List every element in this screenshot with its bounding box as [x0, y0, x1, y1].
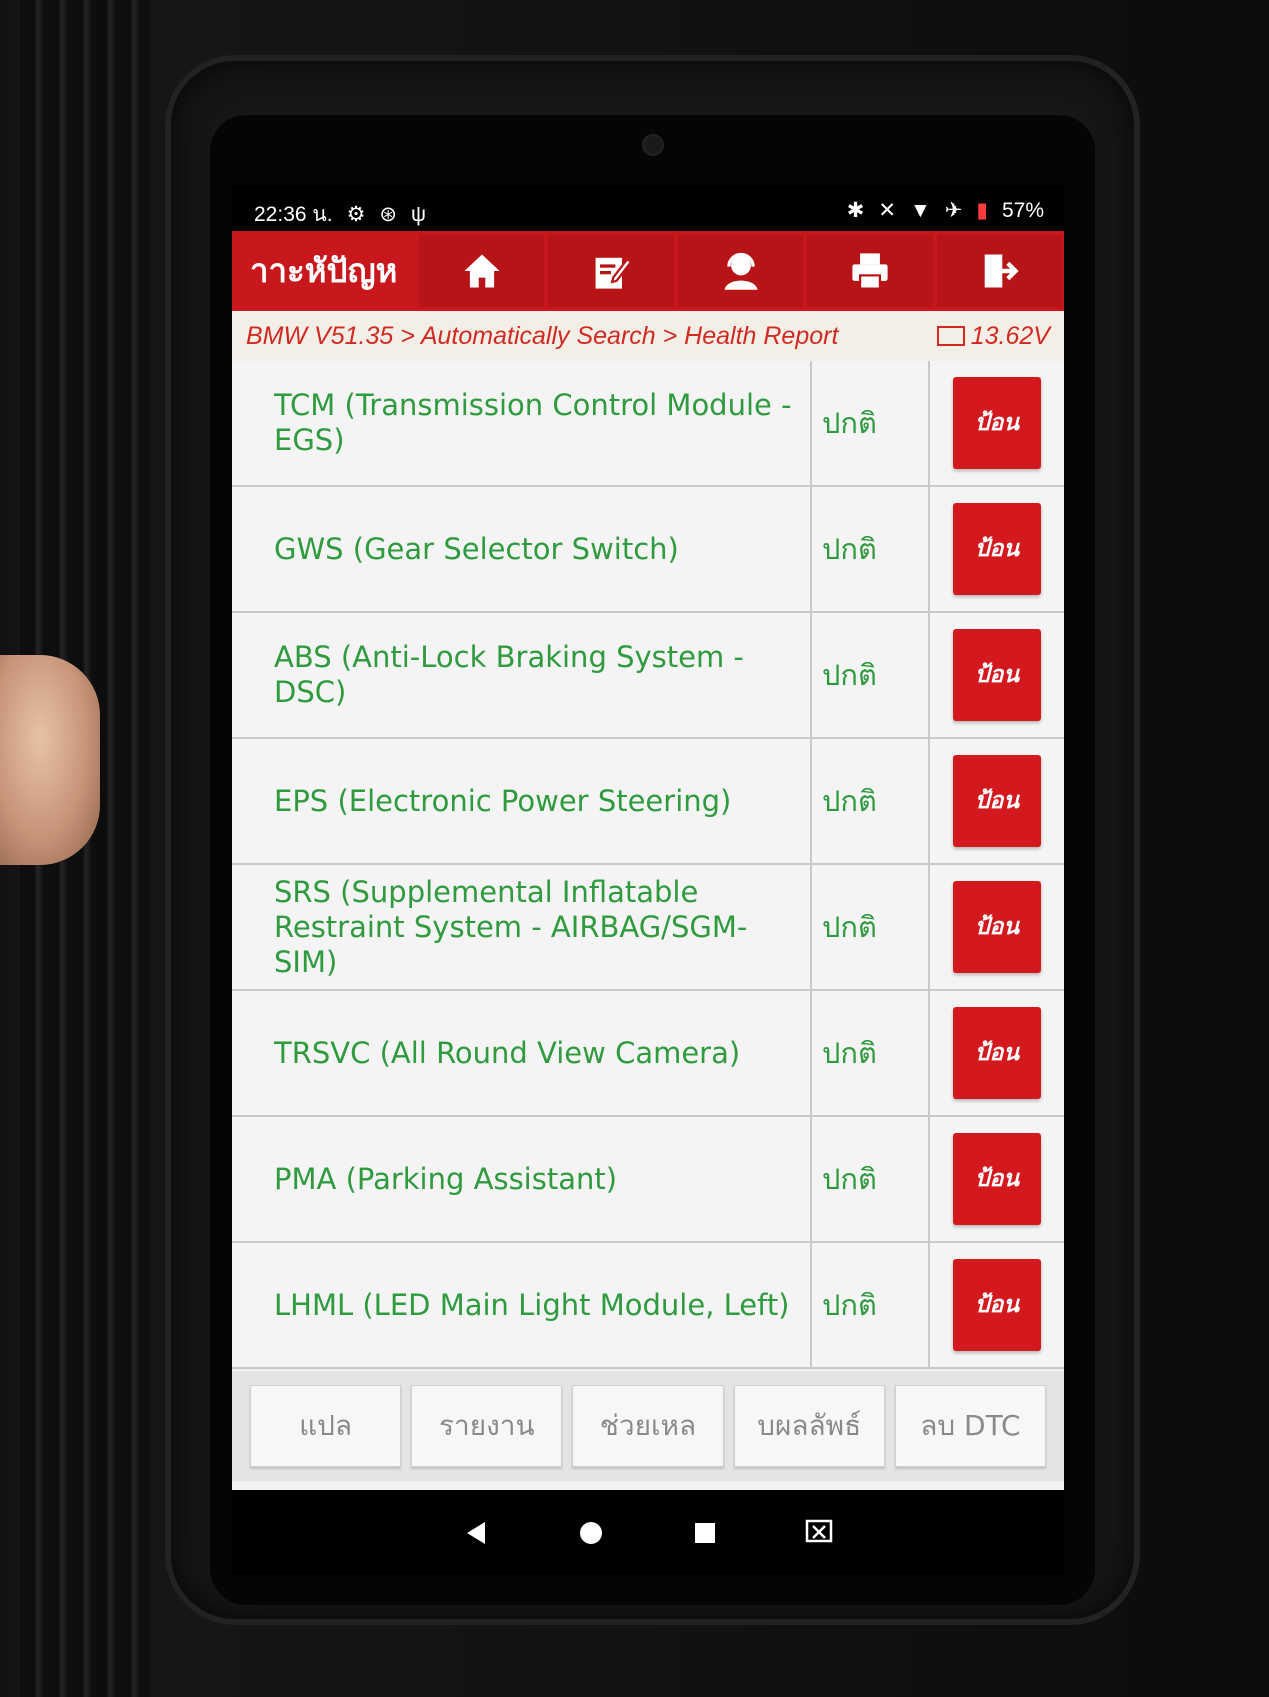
module-status: ปกติ [812, 361, 930, 485]
thumb [0, 655, 100, 865]
enter-button[interactable]: ป้อน [953, 1007, 1041, 1099]
support-icon [724, 252, 758, 290]
enter-button[interactable]: ป้อน [953, 629, 1041, 721]
enter-button[interactable]: ป้อน [953, 503, 1041, 595]
mute-icon: ✕ [878, 199, 896, 222]
module-name: TCM (Transmission Control Module - EGS) [232, 361, 812, 485]
module-status: ปกติ [812, 487, 930, 611]
screenshot-icon[interactable] [802, 1516, 836, 1550]
enter-button[interactable]: ป้อน [953, 881, 1041, 973]
module-name: LHML (LED Main Light Module, Left) [232, 1243, 812, 1367]
battery-icon: ▮ [976, 199, 988, 222]
breadcrumb-path: BMW V51.35 > Automatically Search > Heal… [246, 321, 839, 350]
edit-icon [595, 257, 633, 289]
status-bar: 22:36 น. ⚙ ⊛ ψ ✱ ✕ ▼ ✈ ▮ 57% [232, 185, 1064, 231]
screen: 22:36 น. ⚙ ⊛ ψ ✱ ✕ ▼ ✈ ▮ 57% าาะหัปัญห B… [232, 185, 1064, 1490]
bluetooth-icon: ✱ [846, 199, 865, 222]
table-row: TRSVC (All Round View Camera) ปกติ ป้อน [232, 991, 1064, 1117]
battery-voltage-icon [936, 326, 965, 346]
exit-icon [985, 254, 1019, 288]
report-button[interactable]: รายงาน [411, 1385, 563, 1467]
recents-icon[interactable] [688, 1516, 722, 1550]
module-status: ปกติ [812, 739, 930, 863]
voltage-readout: 13.62V [936, 321, 1050, 351]
module-name: PMA (Parking Assistant) [232, 1117, 812, 1241]
enter-button[interactable]: ป้อน [953, 1259, 1041, 1351]
module-status: ปกติ [812, 1117, 930, 1241]
edit-button[interactable] [548, 235, 674, 307]
module-name: GWS (Gear Selector Switch) [232, 487, 812, 611]
airplane-icon: ✈ [944, 199, 963, 222]
voltage-value: 13.62V [970, 321, 1050, 350]
translate-button[interactable]: แปล [250, 1385, 402, 1467]
table-row: GWS (Gear Selector Switch) ปกติ ป้อน [232, 487, 1064, 613]
module-status: ปกติ [812, 1243, 930, 1367]
usb-icon: ψ [411, 202, 426, 226]
exit-button[interactable] [936, 235, 1063, 307]
wifi-icon: ▼ [910, 198, 931, 222]
clock: 22:36 น. [254, 203, 333, 226]
home-button[interactable] [419, 235, 545, 307]
bluetooth-status-icon: ⊛ [379, 203, 398, 226]
table-row: LHML (LED Main Light Module, Left) ปกติ … [232, 1243, 1064, 1369]
module-name: ABS (Anti-Lock Braking System - DSC) [232, 613, 812, 737]
android-nav-bar [232, 1490, 1064, 1575]
table-row: ABS (Anti-Lock Braking System - DSC) ปกต… [232, 613, 1064, 739]
module-status: ปกติ [812, 613, 930, 737]
table-row: TCM (Transmission Control Module - EGS) … [232, 361, 1064, 487]
print-icon [852, 253, 888, 290]
battery-level: 57% [1001, 198, 1044, 222]
help-button[interactable]: ช่วยเหล [572, 1385, 724, 1467]
module-name: SRS (Supplemental Inflatable Restraint S… [232, 865, 812, 989]
table-row: SRS (Supplemental Inflatable Restraint S… [232, 865, 1064, 991]
home-nav-icon[interactable] [574, 1516, 608, 1550]
table-row: PMA (Parking Assistant) ปกติ ป้อน [232, 1117, 1064, 1243]
support-button[interactable] [677, 235, 804, 307]
module-status: ปกติ [812, 865, 930, 989]
results-button[interactable]: บผลลัพธ์ [733, 1385, 885, 1467]
module-name: EPS (Electronic Power Steering) [232, 739, 812, 863]
enter-button[interactable]: ป้อน [953, 1133, 1041, 1225]
breadcrumb: BMW V51.35 > Automatically Search > Heal… [232, 311, 1064, 361]
home-icon [464, 254, 500, 288]
back-icon[interactable] [460, 1516, 494, 1550]
print-button[interactable] [807, 235, 933, 307]
front-camera [642, 134, 664, 156]
enter-button[interactable]: ป้อน [953, 377, 1041, 469]
module-name: TRSVC (All Round View Camera) [232, 991, 812, 1115]
module-status: ปกติ [812, 991, 930, 1115]
bottom-toolbar: แปล รายงาน ช่วยเหล บผลลัพธ์ ลบ DTC [232, 1371, 1064, 1481]
table-row: EPS (Electronic Power Steering) ปกติ ป้อ… [232, 739, 1064, 865]
enter-button[interactable]: ป้อน [953, 755, 1041, 847]
clear-dtc-button[interactable]: ลบ DTC [894, 1385, 1047, 1467]
settings-icon: ⚙ [346, 203, 366, 226]
page-title: าาะหัปัญห [250, 251, 398, 290]
module-list: TCM (Transmission Control Module - EGS) … [232, 361, 1064, 1371]
app-header: าาะหัปัญห [232, 231, 1064, 311]
